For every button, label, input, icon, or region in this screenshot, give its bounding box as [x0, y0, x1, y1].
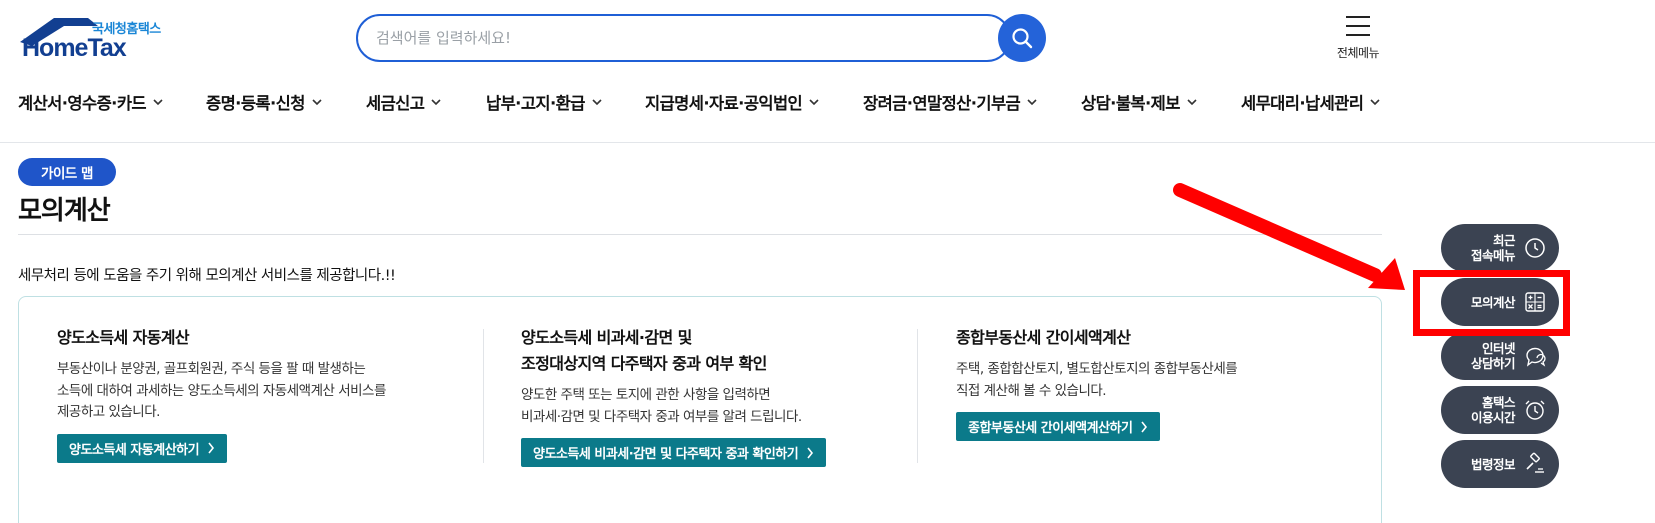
chevron-down-icon [1027, 99, 1037, 106]
chevron-down-icon [153, 99, 163, 106]
gavel-icon [1526, 452, 1544, 473]
chevron-down-icon [1187, 99, 1197, 106]
quick-legal-info[interactable]: 법령정보 [1441, 440, 1559, 488]
nav-label: 세무대리·납세관리 [1241, 94, 1364, 113]
card-title: 종합부동산세 간이세액계산 [956, 328, 1131, 347]
nav-item-tax-agent[interactable]: 세무대리·납세관리 [1241, 90, 1380, 114]
guide-map-badge[interactable]: 가이드 맵 [18, 158, 116, 186]
chevron-right-icon [807, 447, 814, 458]
chevron-down-icon [809, 99, 819, 106]
page-title: 모의계산 [18, 196, 111, 226]
nav-label: 지급명세·자료·공익법인 [645, 94, 803, 113]
nav-item-certificate[interactable]: 증명·등록·신청 [206, 90, 322, 114]
nav-label: 계산서·영수증·카드 [18, 94, 147, 113]
card-description: 부동산이나 분양권, 골프회원권, 주식 등을 팔 때 발생하는 소득에 대하여… [57, 361, 386, 420]
title-divider [18, 234, 1382, 235]
chevron-right-icon [1141, 421, 1148, 432]
quick-hometax-hours[interactable]: 홈택스 이용시간 [1441, 386, 1559, 434]
capital-gains-auto-button[interactable]: 양도소득세 자동계산하기 [57, 433, 228, 463]
chat-icon [1526, 347, 1546, 367]
card-capital-gains-auto: 양도소득세 자동계산 부동산이나 분양권, 골프회원권, 주식 등을 팔 때 발… [57, 325, 477, 463]
nav-item-tax-return[interactable]: 세금신고 [366, 90, 441, 114]
card-capital-gains-exemption: 양도소득세 비과세·감면 및 조정대상지역 다주택자 중과 여부 확인 양도한 … [521, 325, 921, 467]
search-button[interactable] [998, 14, 1046, 62]
nav-item-statements[interactable]: 지급명세·자료·공익법인 [645, 90, 819, 114]
hometax-logo[interactable]: 국세청홈택스 HomeTax [18, 16, 168, 64]
comprehensive-property-tax-button[interactable]: 종합부동산세 간이세액계산하기 [956, 412, 1161, 441]
main-navigation: 계산서·영수증·카드 증명·등록·신청 세금신고 납부·고지·환급 지급명세·자… [18, 90, 1398, 118]
chevron-down-icon [1370, 99, 1380, 106]
simulation-card-box: 양도소득세 자동계산 부동산이나 분양권, 골프회원권, 주식 등을 팔 때 발… [18, 296, 1382, 523]
chevron-down-icon [312, 99, 322, 106]
nav-label: 세금신고 [366, 94, 425, 113]
card-title: 양도소득세 자동계산 [57, 328, 190, 347]
alarm-clock-icon [1525, 400, 1545, 420]
nav-item-consultation[interactable]: 상담·불복·제보 [1081, 90, 1197, 114]
nav-item-payment[interactable]: 납부·고지·환급 [486, 90, 602, 114]
nav-label: 장려금·연말정산·기부금 [863, 94, 1021, 113]
nav-label: 증명·등록·신청 [206, 94, 305, 113]
nav-label: 납부·고지·환급 [486, 94, 585, 113]
page-intro: 세무처리 등에 도움을 주기 위해 모의계산 서비스를 제공합니다.!! [18, 268, 396, 284]
logo-title: HomeTax [22, 34, 127, 62]
card-divider [483, 329, 484, 463]
capital-gains-exemption-button[interactable]: 양도소득세 비과세·감면 및 다주택자 중과 확인하기 [521, 438, 827, 467]
chevron-right-icon [208, 442, 215, 454]
card-description: 주택, 종합합산토지, 별도합산토지의 종합부동산세를 직접 계산해 볼 수 있… [956, 361, 1238, 399]
all-menu-label: 전체메뉴 [1336, 46, 1380, 60]
clock-icon [1525, 238, 1545, 258]
all-menu-button[interactable]: 전체메뉴 [1330, 14, 1386, 64]
search-icon [1012, 28, 1033, 49]
hamburger-icon [1346, 16, 1370, 36]
chevron-down-icon [592, 99, 602, 106]
nav-item-invoice[interactable]: 계산서·영수증·카드 [18, 90, 163, 114]
search-box [356, 14, 1011, 62]
chevron-down-icon [431, 99, 441, 106]
annotation-highlight-box [1413, 270, 1570, 336]
card-comprehensive-property-tax: 종합부동산세 간이세액계산 주택, 종합합산토지, 별도합산토지의 종합부동산세… [956, 325, 1356, 441]
card-description: 양도한 주택 또는 토지에 관한 사항을 입력하면 비과세·감면 및 다주택자 … [521, 387, 802, 425]
search-input[interactable] [376, 26, 976, 50]
page-root: 국세청홈택스 HomeTax 전체메뉴 계산서·영수증·카드 증명·등록·신청 … [0, 0, 1655, 523]
card-divider [917, 329, 918, 463]
nav-item-incentives[interactable]: 장려금·연말정산·기부금 [863, 90, 1037, 114]
quick-online-consult[interactable]: 인터넷 상담하기 [1441, 332, 1559, 380]
nav-divider [0, 142, 1655, 143]
nav-label: 상담·불복·제보 [1081, 94, 1180, 113]
quick-recent-menu[interactable]: 최근 접속메뉴 [1441, 224, 1559, 272]
card-title: 양도소득세 비과세·감면 및 조정대상지역 다주택자 중과 여부 확인 [521, 328, 767, 373]
